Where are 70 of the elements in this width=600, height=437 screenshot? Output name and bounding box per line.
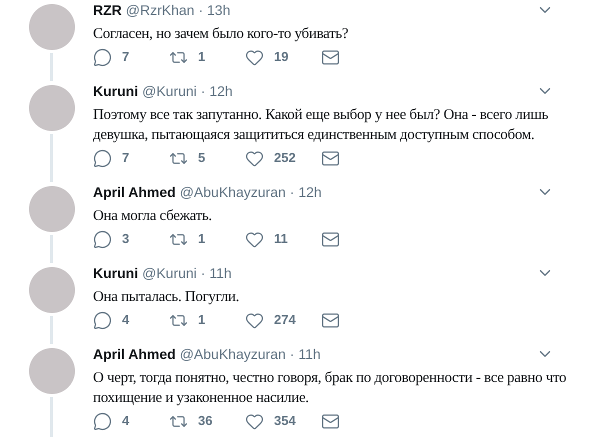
count: 7 [122, 48, 130, 66]
count: 5 [198, 149, 206, 168]
retweet-button[interactable]: 1 [169, 229, 245, 249]
count: 354 [274, 412, 296, 430]
tweet-text: О черт, тогда понятно, честно говоря, брак по договоренности - все равно что похищение и узаконенное насилие. [93, 369, 568, 408]
user-handle[interactable]: @Kuruni [142, 262, 197, 284]
reply-button[interactable]: 3 [93, 229, 169, 249]
count: 7 [122, 149, 130, 168]
count: 36 [198, 412, 212, 430]
message-button[interactable] [321, 310, 340, 330]
tweet-time[interactable]: · 11h [200, 262, 232, 284]
count: 1 [198, 230, 206, 248]
envelope-icon [321, 48, 340, 66]
speech-bubble-icon [93, 148, 112, 168]
count: 4 [122, 412, 130, 430]
message-button[interactable] [321, 230, 340, 248]
envelope-icon [321, 148, 340, 168]
speech-bubble-icon [93, 310, 112, 330]
speech-bubble-icon [93, 48, 112, 66]
heart-icon [245, 48, 264, 66]
tweet-time[interactable]: · 13h [198, 0, 230, 20]
count: 1 [198, 311, 206, 330]
tweet-text: Она пыталась. Погугли. [93, 288, 240, 307]
count: 1 [198, 48, 206, 66]
user-handle[interactable]: @AbuKhayzuran [180, 182, 286, 202]
user-handle[interactable]: @AbuKhayzuran [180, 344, 286, 364]
count: 4 [122, 311, 130, 330]
user-handle[interactable]: @Kuruni [142, 80, 197, 102]
tweet-time[interactable]: · 12h [290, 182, 322, 202]
envelope-icon [321, 412, 340, 430]
reply-button[interactable]: 4 [93, 411, 169, 431]
like-button[interactable]: 11 [245, 229, 321, 249]
count: 19 [274, 48, 288, 66]
like-button[interactable]: 252 [245, 148, 321, 168]
user-name[interactable]: Kuruni [93, 262, 138, 284]
count: 3 [122, 230, 130, 248]
user-name[interactable]: April Ahmed [93, 344, 176, 364]
count: 252 [274, 149, 296, 168]
heart-icon [245, 230, 264, 248]
user-handle[interactable]: @RzrKhan [126, 0, 194, 20]
reply-button[interactable]: 7 [93, 47, 169, 67]
envelope-icon [321, 230, 340, 248]
count: 11 [274, 230, 288, 248]
user-name[interactable]: RZR [93, 0, 122, 20]
tweet-text: Согласен, но зачем было кого-то убивать? [93, 25, 350, 44]
retweet-button[interactable]: 1 [169, 47, 245, 67]
retweet-button[interactable]: 5 [169, 148, 245, 168]
heart-icon [245, 412, 264, 430]
tweet-time[interactable]: · 12h [200, 80, 233, 102]
user-name[interactable]: April Ahmed [93, 182, 176, 202]
envelope-icon [321, 310, 340, 330]
heart-icon [245, 148, 264, 168]
tweet-time[interactable]: · 11h [290, 344, 321, 364]
message-button[interactable] [321, 48, 340, 66]
message-button[interactable] [321, 148, 340, 168]
like-button[interactable]: 354 [245, 411, 321, 431]
tweet-text: Она могла сбежать. [93, 207, 213, 226]
reply-button[interactable]: 4 [93, 310, 169, 330]
like-button[interactable]: 19 [245, 47, 321, 67]
heart-icon [245, 310, 264, 330]
speech-bubble-icon [93, 412, 112, 430]
user-name[interactable]: Kuruni [93, 80, 138, 102]
reply-button[interactable]: 7 [93, 148, 169, 168]
retweet-button[interactable]: 36 [169, 411, 245, 431]
speech-bubble-icon [93, 230, 112, 248]
tweet-text: Поэтому все так запутанно. Какой еще выбор у нее был? Она - всего лишь девушка, пытающаяся защититься единственным доступным способом. [93, 106, 550, 145]
count: 274 [274, 311, 296, 330]
like-button[interactable]: 274 [245, 310, 321, 330]
message-button[interactable] [321, 412, 340, 430]
retweet-button[interactable]: 1 [169, 310, 245, 330]
